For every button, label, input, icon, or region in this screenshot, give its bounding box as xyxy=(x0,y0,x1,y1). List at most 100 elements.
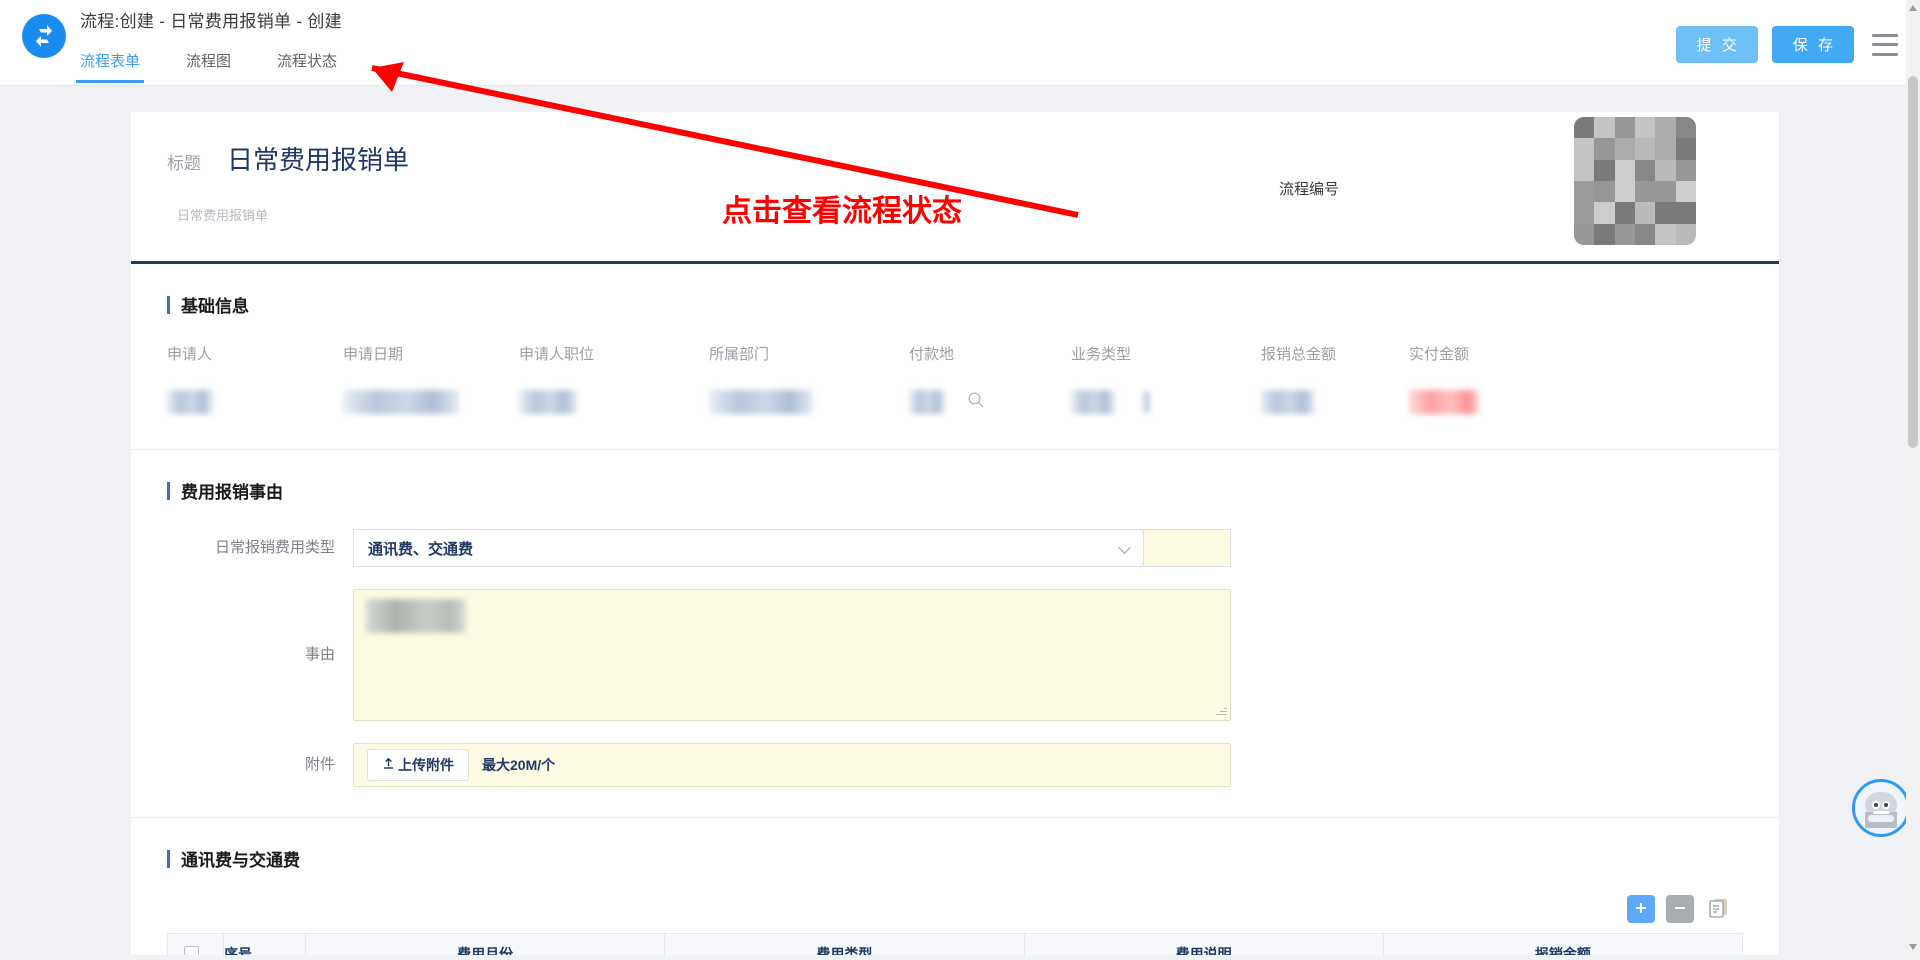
redacted-value xyxy=(909,390,945,414)
scroll-down-arrow-icon[interactable] xyxy=(1909,944,1917,950)
stamp-pixel xyxy=(1675,180,1696,203)
stamp-pixel xyxy=(1594,159,1615,181)
form-title-row: 标题 日常费用报销单 xyxy=(167,140,1743,177)
section-accent-bar xyxy=(167,849,170,868)
table-toolbar xyxy=(167,871,1743,933)
header-actions: 提 交 保 存 xyxy=(1675,0,1920,63)
basic-info-field-value[interactable] xyxy=(167,389,343,415)
recycle-arrows-icon xyxy=(31,23,57,49)
section-title-expense-table: 通讯费与交通费 xyxy=(167,818,1743,871)
basic-info-field-value[interactable] xyxy=(519,389,709,415)
select-all-checkbox[interactable] xyxy=(184,945,199,955)
stamp-pixel xyxy=(1594,138,1615,160)
tab-process-status[interactable]: 流程状态 xyxy=(277,44,337,83)
app-header: 流程:创建 - 日常费用报销单 - 创建 流程表单 流程图 流程状态 提 交 保… xyxy=(0,0,1920,86)
delete-row-button[interactable] xyxy=(1666,895,1694,923)
stamp-pixel xyxy=(1574,159,1595,181)
attachment-label: 附件 xyxy=(304,756,335,773)
section-label: 费用报销事由 xyxy=(181,483,283,502)
basic-info-field: 实付金额 xyxy=(1409,343,1559,415)
stamp-pixel xyxy=(1614,180,1635,203)
header-title-block: 流程:创建 - 日常费用报销单 - 创建 流程表单 流程图 流程状态 xyxy=(75,0,1676,83)
redacted-value xyxy=(709,390,813,414)
save-button[interactable]: 保 存 xyxy=(1771,26,1854,63)
basic-info-field: 业务类型 xyxy=(1071,343,1261,415)
expense-table: 序号 费用月份 费用类型 费用说明 报销金额 xyxy=(167,933,1744,955)
redacted-value xyxy=(519,390,577,414)
basic-info-field-label: 业务类型 xyxy=(1071,346,1132,363)
page-body: 标题 日常费用报销单 日常费用报销单 流程编号 基础信息 申请人 申请日期 申请人职… xyxy=(0,86,1920,955)
list-menu-icon[interactable] xyxy=(1872,33,1898,56)
stamp-pixel xyxy=(1614,202,1635,224)
basic-info-field: 所属部门 xyxy=(709,343,909,415)
add-row-button[interactable] xyxy=(1627,895,1655,923)
basic-info-field-value[interactable] xyxy=(709,389,909,415)
redacted-stamp-image xyxy=(1574,117,1696,245)
reason-label: 事由 xyxy=(304,646,335,663)
stamp-pixel xyxy=(1574,202,1595,224)
scrollbar-thumb[interactable] xyxy=(1908,76,1918,448)
basic-info-field-label: 实付金额 xyxy=(1409,346,1470,363)
scroll-up-arrow-icon[interactable] xyxy=(1909,5,1917,11)
field-attachment: 附件 上传附件 最大20M/个 xyxy=(167,743,1743,787)
form-title-value[interactable]: 日常费用报销单 xyxy=(227,140,409,177)
stamp-pixel xyxy=(1574,138,1595,160)
stamp-pixel xyxy=(1655,180,1676,203)
resize-grip-icon[interactable] xyxy=(1215,705,1227,717)
stamp-pixel xyxy=(1574,117,1595,139)
reason-redacted-text xyxy=(366,599,466,633)
basic-info-field-value[interactable] xyxy=(1071,389,1261,415)
basic-info-grid: 申请人 申请日期 申请人职位 所属部门 付款地 业务类型 报销总金额 实付金额 xyxy=(167,317,1743,449)
field-expense-type: 日常报销费用类型 通讯费、交通费 xyxy=(167,529,1743,567)
search-icon[interactable] xyxy=(967,391,985,414)
stamp-pixel xyxy=(1675,223,1696,245)
basic-info-field-label: 报销总金额 xyxy=(1261,346,1337,363)
stamp-pixel xyxy=(1675,202,1696,224)
robot-assistant-icon[interactable] xyxy=(1852,779,1910,837)
upload-attachment-button[interactable]: 上传附件 xyxy=(367,749,469,781)
stamp-pixel xyxy=(1614,138,1635,160)
table-column-header[interactable]: 费用月份 xyxy=(304,933,666,955)
basic-info-field-value[interactable] xyxy=(343,389,519,415)
stamp-pixel xyxy=(1655,117,1676,139)
section-accent-bar xyxy=(167,481,170,500)
expense-type-select[interactable]: 通讯费、交通费 xyxy=(353,529,1231,567)
chevron-down-icon[interactable] xyxy=(1118,541,1131,554)
tab-bar: 流程表单 流程图 流程状态 xyxy=(75,44,1676,83)
basic-info-field-label: 所属部门 xyxy=(709,346,770,363)
table-column-header[interactable]: 费用说明 xyxy=(1023,933,1384,955)
form-title-label: 标题 xyxy=(167,154,201,173)
attachment-upload-area[interactable]: 上传附件 最大20M/个 xyxy=(353,743,1231,787)
stamp-pixel xyxy=(1675,138,1696,160)
stamp-pixel xyxy=(1675,117,1696,139)
basic-info-field: 申请日期 xyxy=(343,343,519,415)
table-column-header[interactable]: 报销金额 xyxy=(1382,933,1744,955)
copy-row-button[interactable] xyxy=(1705,895,1733,923)
stamp-pixel xyxy=(1675,159,1696,181)
section-title-basic-info: 基础信息 xyxy=(167,264,1743,317)
stamp-pixel xyxy=(1614,223,1635,245)
tab-process-diagram[interactable]: 流程图 xyxy=(186,44,231,83)
table-column-header[interactable]: 费用类型 xyxy=(664,933,1025,955)
basic-info-field-value[interactable] xyxy=(1261,389,1409,415)
section-label: 基础信息 xyxy=(181,297,249,316)
basic-info-field: 报销总金额 xyxy=(1261,343,1409,415)
select-all-header xyxy=(167,933,224,955)
field-reason: 事由 xyxy=(167,589,1743,721)
page-scrollbar[interactable] xyxy=(1906,0,1920,955)
redacted-value xyxy=(1409,390,1479,414)
table-column-header[interactable]: 序号 xyxy=(223,933,306,955)
redacted-value-secondary xyxy=(1143,391,1150,413)
reason-textarea[interactable] xyxy=(353,589,1231,721)
basic-info-field-value[interactable] xyxy=(909,389,1071,415)
basic-info-field-value[interactable] xyxy=(1409,389,1559,415)
tab-process-form[interactable]: 流程表单 xyxy=(75,44,145,83)
stamp-pixel xyxy=(1634,223,1656,245)
expense-type-value: 通讯费、交通费 xyxy=(368,540,474,558)
submit-button[interactable]: 提 交 xyxy=(1675,26,1758,63)
form-sheet: 标题 日常费用报销单 日常费用报销单 流程编号 基础信息 申请人 申请日期 申请人职… xyxy=(131,112,1779,955)
expense-table-head: 序号 费用月份 费用类型 费用说明 报销金额 xyxy=(167,933,1744,955)
expense-type-select-value-wrap[interactable]: 通讯费、交通费 xyxy=(354,530,1144,566)
upload-arrow-icon xyxy=(382,757,395,773)
form-header: 标题 日常费用报销单 日常费用报销单 流程编号 xyxy=(131,112,1779,264)
